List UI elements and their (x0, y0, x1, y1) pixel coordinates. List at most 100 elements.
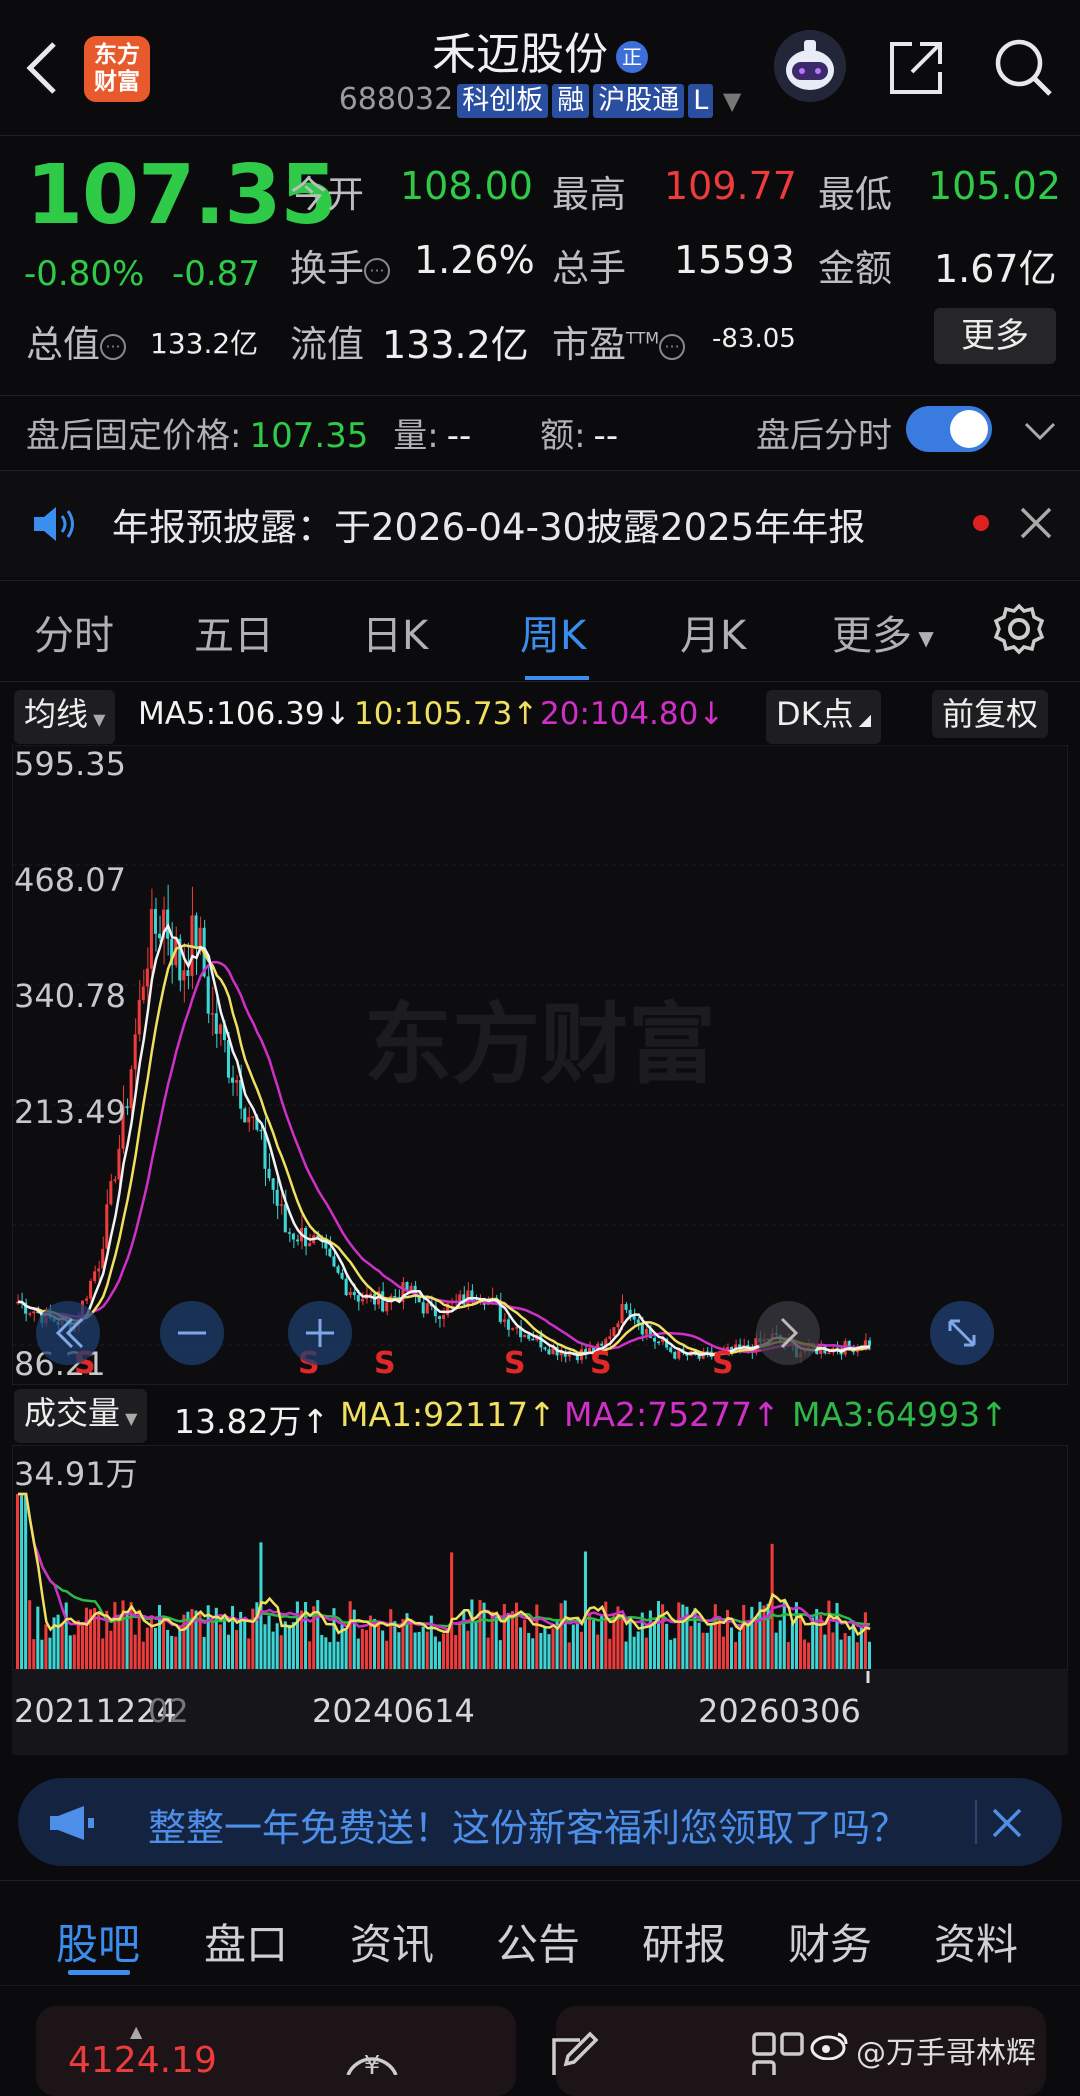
info-icon[interactable]: ··· (659, 333, 686, 360)
chart-watermark: 东方财富 (364, 993, 716, 1096)
ma-legend-bar: 均线 ▼ MA5:106.39↓ 10:105.73↑ 20:104.80↓ D… (0, 686, 1080, 744)
scroll-right-button[interactable] (756, 1301, 820, 1365)
edit-icon[interactable] (550, 2030, 600, 2075)
volume-bar (827, 1600, 831, 1669)
tab-research[interactable]: 研报 (642, 1911, 726, 1972)
tab-financials[interactable]: 财务 (788, 1911, 872, 1972)
ma-select-dropdown[interactable]: 均线 ▼ (14, 690, 116, 744)
share-icon[interactable] (884, 34, 950, 100)
robot-assistant-icon[interactable] (774, 30, 846, 102)
tag-l[interactable]: L (688, 84, 714, 118)
volume-bar (551, 1628, 555, 1669)
volume-bar (778, 1620, 782, 1669)
open-label: 今开 (290, 173, 364, 216)
volume-bar (717, 1616, 721, 1669)
volume-bar (762, 1605, 766, 1669)
tab-five-day[interactable]: 五日 (194, 603, 274, 661)
tab-monthly-k[interactable]: 月K (680, 603, 746, 661)
tab-daily-k[interactable]: 日K (362, 603, 428, 661)
notice-text[interactable]: 年报预披露：于2026-04-30披露2025年年报 (112, 497, 865, 551)
volume-bar (494, 1613, 498, 1669)
tab-more[interactable]: 更多 ▼ (832, 603, 934, 661)
volume-bar (746, 1621, 750, 1669)
fullscreen-button[interactable] (930, 1301, 994, 1365)
high-label: 最高 (552, 173, 626, 216)
volume-value: 15593 (674, 238, 795, 282)
volume-bar (48, 1637, 52, 1669)
active-tab-indicator (525, 676, 589, 680)
volume-bar (498, 1640, 502, 1669)
volume-chart[interactable]: 34.91万 20211224 02 20240614 20260306 (12, 1445, 1068, 1755)
chevron-down-icon[interactable] (1020, 410, 1060, 450)
volume-bar (450, 1552, 454, 1669)
volume-bar (222, 1617, 226, 1669)
volume-bar (68, 1635, 72, 1669)
yuan-circle-icon[interactable]: ¥ (340, 2030, 404, 2075)
ma5-legend: MA5:106.39↓ (138, 696, 351, 732)
volume-bar (56, 1614, 60, 1669)
volume-bar (385, 1640, 389, 1669)
volume-bar (178, 1629, 182, 1669)
tag-star-market[interactable]: 科创板 (457, 84, 549, 118)
tab-announcements[interactable]: 公告 (496, 1911, 580, 1972)
tag-margin[interactable]: 融 (552, 84, 590, 118)
megaphone-icon (50, 1806, 94, 1840)
search-icon[interactable] (990, 34, 1056, 100)
close-icon[interactable] (1018, 505, 1054, 541)
promo-text[interactable]: 整整一年免费送！这份新客福利您领取了吗？ (148, 1797, 908, 1852)
zoom-in-button[interactable] (288, 1301, 352, 1365)
grid-apps-icon[interactable] (752, 2032, 804, 2075)
tab-stock-forum[interactable]: 股吧 (56, 1911, 140, 1972)
volume-bar (446, 1630, 450, 1669)
tab-profile[interactable]: 资料 (934, 1911, 1018, 1972)
info-icon[interactable]: ··· (100, 333, 126, 360)
volume-bar (774, 1632, 778, 1669)
more-quote-button[interactable]: 更多 (934, 308, 1056, 364)
volume-bar (510, 1611, 514, 1669)
gear-icon[interactable] (992, 602, 1046, 656)
volume-bar (36, 1606, 40, 1669)
volume-bar (393, 1621, 397, 1669)
after-hours-toggle[interactable] (906, 406, 992, 452)
volume-bar (356, 1638, 360, 1669)
zoom-out-button[interactable] (160, 1301, 224, 1365)
weibo-watermark: @万手哥林辉 (856, 2036, 1036, 2071)
volume-legend-bar: 成交量 ▼ 13.82万↑ MA1:92117↑ MA2:75277↑ MA3:… (12, 1385, 1068, 1443)
y-tick-label: 595.35 (14, 745, 126, 783)
volume-bar (101, 1638, 105, 1669)
tab-order-book[interactable]: 盘口 (204, 1911, 288, 1972)
tags-dropdown-icon[interactable]: ▼ (723, 87, 741, 115)
volume-bar (839, 1639, 843, 1669)
volume-bar (263, 1624, 267, 1669)
tab-intraday[interactable]: 分时 (34, 603, 114, 661)
scroll-left-button[interactable] (36, 1301, 100, 1365)
volume-bar (109, 1630, 113, 1669)
volume-bar (44, 1624, 48, 1669)
weekly-k-chart[interactable]: 东方财富 595.35 468.07 340.78 213.49 86.21 S… (12, 745, 1068, 1385)
volume-bar (713, 1604, 717, 1669)
volume-bar (600, 1614, 604, 1669)
volume-bar (583, 1551, 588, 1669)
volume-indicator-dropdown[interactable]: 成交量 ▼ (14, 1389, 148, 1443)
volume-bar (425, 1631, 429, 1669)
tab-news[interactable]: 资讯 (350, 1911, 434, 1972)
volume-bar (409, 1618, 413, 1669)
volume-bar (612, 1615, 616, 1669)
adjust-button[interactable]: 前复权 (932, 690, 1049, 738)
sell-marker: S (504, 1346, 526, 1381)
volume-bar (231, 1606, 235, 1669)
volume-bar (730, 1627, 734, 1669)
vol-ma2-legend: MA2:75277↑ (564, 1395, 780, 1434)
info-icon[interactable]: ··· (364, 257, 390, 284)
volume-bar (575, 1619, 579, 1669)
after-hours-row: 盘后固定价格: 107.35 量: -- 额: -- (26, 416, 619, 456)
tab-weekly-k[interactable]: 周K (520, 603, 586, 661)
high-value: 109.77 (664, 164, 797, 208)
turnover-value: 1.26% (414, 238, 535, 282)
tag-connect[interactable]: 沪股通 (593, 84, 685, 118)
dk-points-button[interactable]: DK点 ◢ (766, 690, 882, 744)
volume-bar (855, 1642, 859, 1669)
volume-bar (770, 1543, 774, 1669)
close-icon[interactable] (990, 1806, 1024, 1840)
volume-bar (235, 1629, 239, 1669)
